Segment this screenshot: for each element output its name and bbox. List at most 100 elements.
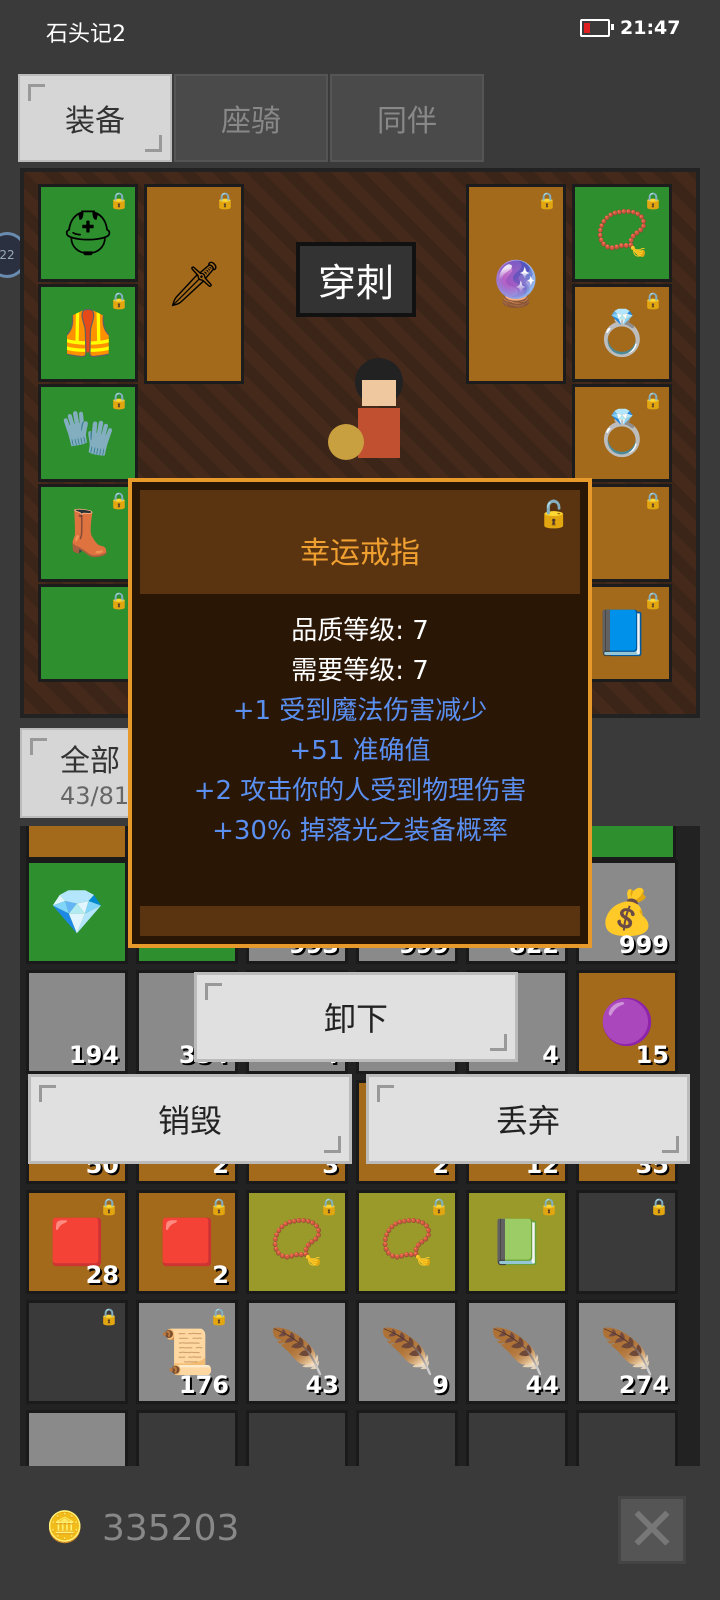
filter-tab-all[interactable]: 全部 43/81 <box>20 728 140 818</box>
item-count: 176 <box>178 1371 229 1399</box>
orb-icon: 🔮 <box>488 259 544 310</box>
inventory-slot[interactable]: 🔒 🟥 2 <box>136 1190 238 1294</box>
item-count: 44 <box>525 1371 559 1399</box>
inventory-slot[interactable]: 🔒 📗 <box>466 1190 568 1294</box>
unequip-label: 卸下 <box>323 1000 388 1038</box>
inventory-slot[interactable]: 🔒 <box>576 1190 678 1294</box>
inventory-slot[interactable]: 194 <box>26 970 128 1074</box>
tab-label: 装备 <box>65 104 125 139</box>
lock-icon: 🔒 <box>319 1197 339 1216</box>
hero-sprite <box>324 352 434 472</box>
close-icon: ✕ <box>626 1495 678 1565</box>
tooltip-header: 幸运戒指 🔓 <box>140 490 580 594</box>
skill-bubble: 穿刺 <box>296 242 417 317</box>
helmet-slot[interactable]: 🔒 ⛑ <box>38 184 138 282</box>
ring-icon: 💍 <box>594 408 650 459</box>
inventory-slot[interactable]: 🔒 📿 <box>246 1190 348 1294</box>
app-name: 石头记2 <box>46 22 126 47</box>
discard-label: 丢弃 <box>495 1102 560 1140</box>
gem-icon: 💎 <box>49 887 105 938</box>
item-count: 43 <box>305 1371 339 1399</box>
lock-icon[interactable]: 🔓 <box>538 500 570 530</box>
inventory-slot[interactable]: 🪶 44 <box>466 1300 568 1404</box>
gold-coin-icon: 🪙 <box>46 1510 84 1545</box>
item-count: 15 <box>635 1041 669 1069</box>
lock-icon: 🔒 <box>99 1197 119 1216</box>
inventory-slot[interactable]: 🟣 15 <box>576 970 678 1074</box>
lock-icon: 🔒 <box>649 1197 669 1216</box>
lock-icon: 🔒 <box>643 491 663 510</box>
lock-icon: 🔒 <box>539 1197 559 1216</box>
lock-icon: 🔒 <box>215 191 235 210</box>
inventory-slot[interactable] <box>466 1410 568 1466</box>
stat-line: +51 准确值 <box>289 736 431 766</box>
quality-level: 品质等级: 7 <box>291 616 429 646</box>
stat-line: +1 受到魔法伤害减少 <box>232 696 488 726</box>
lock-icon: 🔒 <box>429 1197 449 1216</box>
tab-label: 座骑 <box>221 104 281 139</box>
gold-amount: 335203 <box>102 1508 240 1549</box>
tooltip-footer <box>140 906 580 936</box>
item-count: 9 <box>432 1371 449 1399</box>
inventory-slot[interactable]: 💎 <box>26 860 128 964</box>
armor-slot[interactable]: 🔒 🦺 <box>38 284 138 382</box>
filter-count: 43/81 <box>60 782 130 810</box>
green-book-icon: 📗 <box>489 1217 545 1268</box>
offhand-slot[interactable]: 🔒 🔮 <box>466 184 566 384</box>
red-gem-icon: 🟥 <box>159 1217 215 1268</box>
stat-line: +30% 掉落光之装备概率 <box>212 816 508 846</box>
inventory-slot[interactable]: 🔒 <box>26 1300 128 1404</box>
discard-button[interactable]: 丢弃 <box>366 1074 690 1164</box>
inventory-slot[interactable]: 🪶 43 <box>246 1300 348 1404</box>
tab-mount[interactable]: 座骑 <box>174 74 328 162</box>
gloves-slot[interactable]: 🔒 🧤 <box>38 384 138 482</box>
sword-icon: 🗡 <box>166 259 222 310</box>
inventory-slot[interactable] <box>136 1410 238 1466</box>
item-count: 28 <box>85 1261 119 1289</box>
destroy-label: 销毁 <box>157 1102 222 1140</box>
tab-label: 同伴 <box>377 104 437 139</box>
required-level: 需要等级: 7 <box>291 656 429 686</box>
status-bar: 石头记2 21:47 <box>0 0 720 60</box>
close-button[interactable]: ✕ <box>618 1495 686 1565</box>
weapon-slot[interactable]: 🔒 🗡 <box>144 184 244 384</box>
book-icon: 📘 <box>594 608 650 659</box>
helmet-icon: ⛑ <box>60 208 116 259</box>
item-name: 幸运戒指 <box>300 536 420 571</box>
lock-icon: 🔒 <box>537 191 557 210</box>
stat-line: +2 攻击你的人受到物理伤害 <box>193 776 527 806</box>
inventory-slot[interactable]: 🔒 🟥 28 <box>26 1190 128 1294</box>
unequip-button[interactable]: 卸下 <box>194 972 518 1062</box>
inventory-slot[interactable] <box>576 1410 678 1466</box>
lock-icon: 🔒 <box>109 591 129 610</box>
boots-icon: 👢 <box>60 508 116 559</box>
item-count: 194 <box>68 1041 119 1069</box>
inventory-slot[interactable] <box>356 1410 458 1466</box>
item-count: 2 <box>212 1261 229 1289</box>
inventory-slot[interactable]: 🪶 274 <box>576 1300 678 1404</box>
gloves-icon: 🧤 <box>60 408 116 459</box>
clock: 21:47 <box>620 17 681 39</box>
boots-slot[interactable]: 🔒 👢 <box>38 484 138 582</box>
tab-equipment[interactable]: 装备 <box>18 74 172 162</box>
lock-icon: 🔒 <box>99 1307 119 1326</box>
inventory-slot[interactable]: 🔒 📿 <box>356 1190 458 1294</box>
item-count: 999 <box>618 931 669 959</box>
destroy-button[interactable]: 销毁 <box>28 1074 352 1164</box>
inventory-slot[interactable] <box>246 1410 348 1466</box>
tab-companion[interactable]: 同伴 <box>330 74 484 162</box>
battery-icon <box>580 19 614 37</box>
amulet-icon: 📿 <box>269 1217 325 1268</box>
pants-slot[interactable]: 🔒 <box>38 584 138 682</box>
inventory-slot[interactable]: 🔒 📜 176 <box>136 1300 238 1404</box>
inventory-slot[interactable]: 🪶 9 <box>356 1300 458 1404</box>
amulet-icon: 📿 <box>379 1217 435 1268</box>
ring-slot-2[interactable]: 🔒 💍 <box>572 384 672 482</box>
item-count: 4 <box>542 1041 559 1069</box>
necklace-slot[interactable]: 🔒 📿 <box>572 184 672 282</box>
ring-slot-1[interactable]: 🔒 💍 <box>572 284 672 382</box>
ring-icon: 💍 <box>594 308 650 359</box>
lock-icon: 🔒 <box>209 1307 229 1326</box>
armor-icon: 🦺 <box>60 308 116 359</box>
inventory-slot[interactable] <box>26 1410 128 1466</box>
